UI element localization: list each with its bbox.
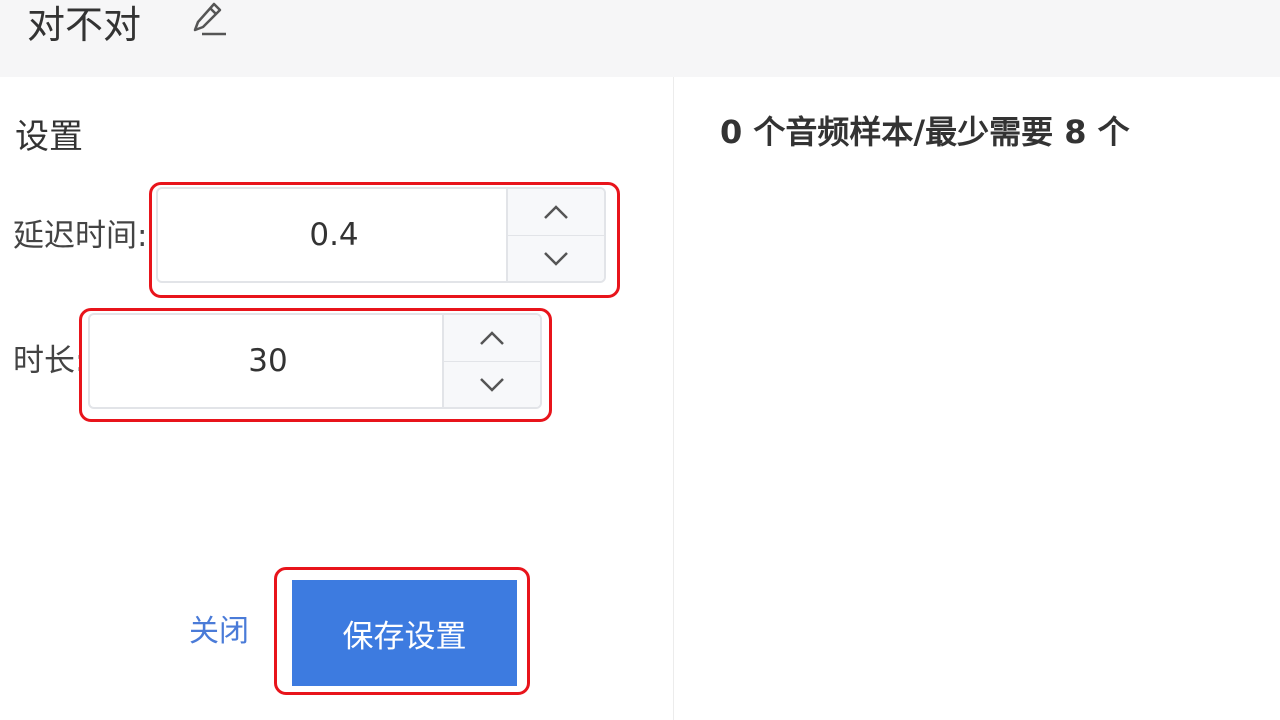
delay-time-label: 延迟时间: — [13, 218, 148, 254]
panel-divider — [673, 77, 674, 720]
duration-highlight-box — [79, 308, 552, 422]
save-highlight-box — [274, 567, 530, 695]
duration-label: 时长: — [13, 343, 86, 379]
pencil-icon[interactable] — [190, 0, 230, 40]
close-link[interactable]: 关闭 — [189, 610, 249, 654]
header-bar: 对不对 — [0, 0, 1280, 77]
delay-highlight-box — [149, 182, 620, 298]
settings-heading: 设置 — [15, 117, 83, 157]
sample-count-status: 0 个音频样本/最少需要 8 个 — [720, 113, 1130, 151]
page-title: 对不对 — [27, 3, 142, 47]
